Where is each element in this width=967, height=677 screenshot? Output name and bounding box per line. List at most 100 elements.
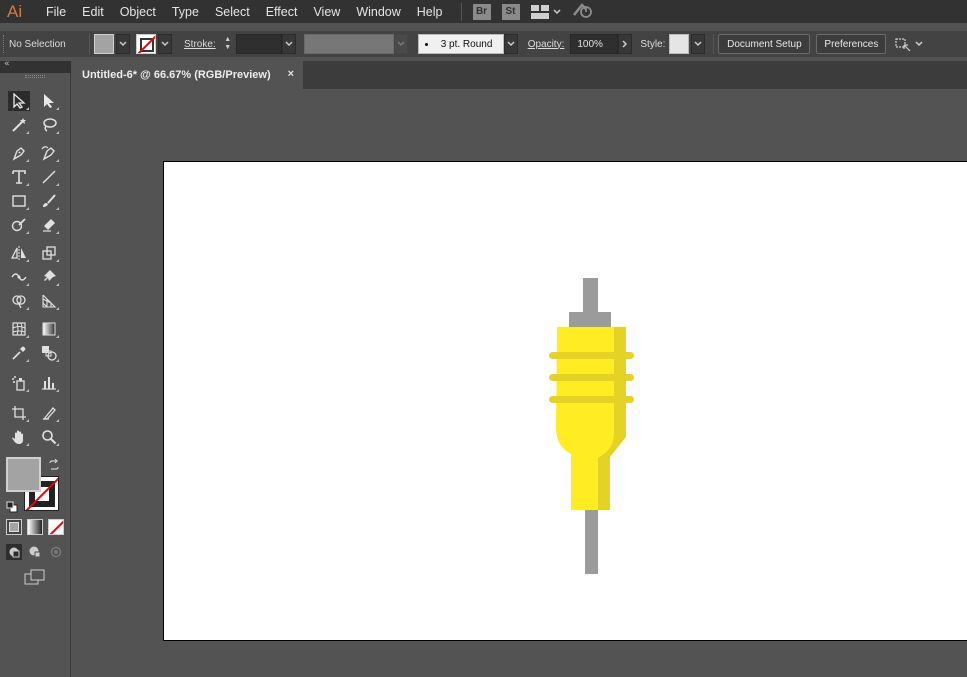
stock-button[interactable]: St bbox=[501, 3, 520, 20]
rca-connector-illustration[interactable] bbox=[164, 162, 967, 642]
artboard[interactable] bbox=[163, 161, 967, 641]
width-tool-icon[interactable] bbox=[8, 267, 30, 287]
stroke-weight-stepper[interactable]: ▲ ▼ bbox=[222, 34, 234, 54]
chevron-down-icon bbox=[397, 41, 405, 47]
gpu-performance-icon[interactable] bbox=[572, 1, 594, 23]
menu-select[interactable]: Select bbox=[207, 5, 258, 19]
lasso-tool-icon[interactable] bbox=[38, 115, 60, 135]
arrange-icon[interactable] bbox=[894, 36, 923, 52]
gradient-mode-button[interactable] bbox=[27, 519, 43, 535]
draw-normal-icon[interactable] bbox=[6, 544, 22, 560]
mesh-tool-icon[interactable] bbox=[8, 319, 30, 339]
connector-collar[interactable] bbox=[569, 312, 611, 327]
type-tool-icon[interactable] bbox=[8, 167, 30, 187]
menu-list: File Edit Object Type Select Effect View… bbox=[38, 5, 451, 19]
separator bbox=[713, 34, 715, 54]
style-dropdown[interactable] bbox=[691, 34, 706, 54]
rectangle-tool-icon[interactable] bbox=[8, 191, 30, 211]
brush-definition[interactable]: 3 pt. Round bbox=[417, 34, 504, 54]
connector-ring[interactable] bbox=[549, 352, 634, 359]
blend-tool-icon[interactable] bbox=[38, 343, 60, 363]
draw-inside-icon[interactable] bbox=[48, 544, 64, 560]
menu-extras: Br St bbox=[460, 1, 594, 23]
line-segment-tool-icon[interactable] bbox=[38, 167, 60, 187]
draw-behind-icon[interactable] bbox=[27, 544, 43, 560]
stroke-swatch[interactable] bbox=[136, 34, 156, 54]
zoom-tool-icon[interactable] bbox=[38, 427, 60, 447]
panel-grip[interactable] bbox=[25, 75, 45, 78]
separator bbox=[89, 34, 90, 54]
chevron-down-icon bbox=[507, 41, 515, 47]
collapse-icon[interactable]: « bbox=[4, 59, 10, 69]
document-tab[interactable]: Untitled-6* @ 66.67% (RGB/Preview) × bbox=[72, 61, 303, 89]
fill-dropdown[interactable] bbox=[116, 34, 130, 54]
menu-type[interactable]: Type bbox=[164, 5, 207, 19]
gradient-tool-icon[interactable] bbox=[38, 319, 60, 339]
fill-color-box[interactable] bbox=[6, 457, 41, 492]
selection-tool-icon[interactable] bbox=[8, 91, 30, 111]
stroke-dropdown[interactable] bbox=[158, 34, 172, 54]
connector-top-pin[interactable] bbox=[583, 278, 598, 314]
symbol-sprayer-tool-icon[interactable] bbox=[8, 373, 30, 393]
menu-effect[interactable]: Effect bbox=[258, 5, 306, 19]
close-icon[interactable]: × bbox=[288, 68, 294, 80]
selection-status: No Selection bbox=[9, 38, 66, 50]
fill-swatch[interactable] bbox=[94, 34, 114, 54]
connector-cable[interactable] bbox=[585, 510, 598, 574]
direct-selection-tool-icon[interactable] bbox=[38, 91, 60, 111]
canvas-area[interactable] bbox=[72, 89, 967, 677]
magic-wand-tool-icon[interactable] bbox=[8, 115, 30, 135]
tools-panel-header[interactable]: « bbox=[0, 59, 71, 73]
menu-window[interactable]: Window bbox=[348, 5, 408, 19]
chevron-down-icon bbox=[119, 41, 127, 47]
brush-dropdown[interactable] bbox=[503, 34, 518, 54]
opacity-input[interactable]: 100% bbox=[570, 34, 619, 54]
preferences-button[interactable]: Preferences bbox=[816, 34, 887, 54]
menu-edit[interactable]: Edit bbox=[74, 5, 112, 19]
hand-tool-icon[interactable] bbox=[8, 427, 30, 447]
eraser-tool-icon[interactable] bbox=[38, 215, 60, 235]
default-fill-stroke-icon[interactable] bbox=[6, 498, 18, 513]
menu-separator bbox=[460, 2, 462, 21]
bridge-button[interactable]: Br bbox=[472, 3, 491, 20]
column-graph-tool-icon[interactable] bbox=[38, 373, 60, 393]
profile-dropdown[interactable] bbox=[393, 34, 408, 54]
artboard-tool-icon[interactable] bbox=[8, 403, 30, 423]
shape-builder-tool-icon[interactable] bbox=[8, 291, 30, 311]
illustrator-window: Ai File Edit Object Type Select Effect V… bbox=[0, 0, 967, 677]
menu-view[interactable]: View bbox=[305, 5, 348, 19]
stroke-label[interactable]: Stroke: bbox=[184, 39, 216, 50]
curvature-tool-icon[interactable] bbox=[38, 143, 60, 163]
chevron-down-icon bbox=[694, 41, 702, 47]
menu-object[interactable]: Object bbox=[112, 5, 164, 19]
scale-tool-icon[interactable] bbox=[38, 243, 60, 263]
paintbrush-tool-icon[interactable] bbox=[38, 191, 60, 211]
pen-tool-icon[interactable] bbox=[8, 143, 30, 163]
opacity-label[interactable]: Opacity: bbox=[528, 39, 565, 50]
chevron-up-icon[interactable]: ▲ bbox=[224, 36, 231, 44]
screen-mode-icon[interactable] bbox=[24, 569, 46, 585]
document-tab-strip: Untitled-6* @ 66.67% (RGB/Preview) × bbox=[72, 61, 967, 89]
none-mode-button[interactable] bbox=[48, 519, 64, 535]
stroke-weight-dropdown[interactable] bbox=[281, 34, 296, 54]
menu-help[interactable]: Help bbox=[409, 5, 451, 19]
slice-tool-icon[interactable] bbox=[38, 403, 60, 423]
variable-width-profile[interactable] bbox=[303, 34, 394, 54]
swap-fill-stroke-icon[interactable] bbox=[48, 456, 60, 470]
graphic-style-swatch[interactable] bbox=[669, 34, 690, 54]
arrange-documents-icon[interactable] bbox=[530, 4, 561, 19]
shaper-tool-icon[interactable] bbox=[8, 215, 30, 235]
menu-file[interactable]: File bbox=[38, 5, 74, 19]
perspective-grid-tool-icon[interactable] bbox=[38, 291, 60, 311]
style-label: Style: bbox=[640, 38, 666, 50]
opacity-arrow[interactable] bbox=[618, 34, 633, 54]
reflect-tool-icon[interactable] bbox=[8, 243, 30, 263]
puppet-warp-tool-icon[interactable] bbox=[38, 267, 60, 287]
connector-ring[interactable] bbox=[549, 374, 634, 381]
stroke-weight-input[interactable] bbox=[235, 34, 282, 54]
eyedropper-tool-icon[interactable] bbox=[8, 343, 30, 363]
connector-ring[interactable] bbox=[549, 396, 634, 403]
chevron-down-icon[interactable]: ▼ bbox=[224, 44, 231, 52]
color-mode-button[interactable] bbox=[6, 519, 22, 535]
document-setup-button[interactable]: Document Setup bbox=[718, 34, 811, 54]
